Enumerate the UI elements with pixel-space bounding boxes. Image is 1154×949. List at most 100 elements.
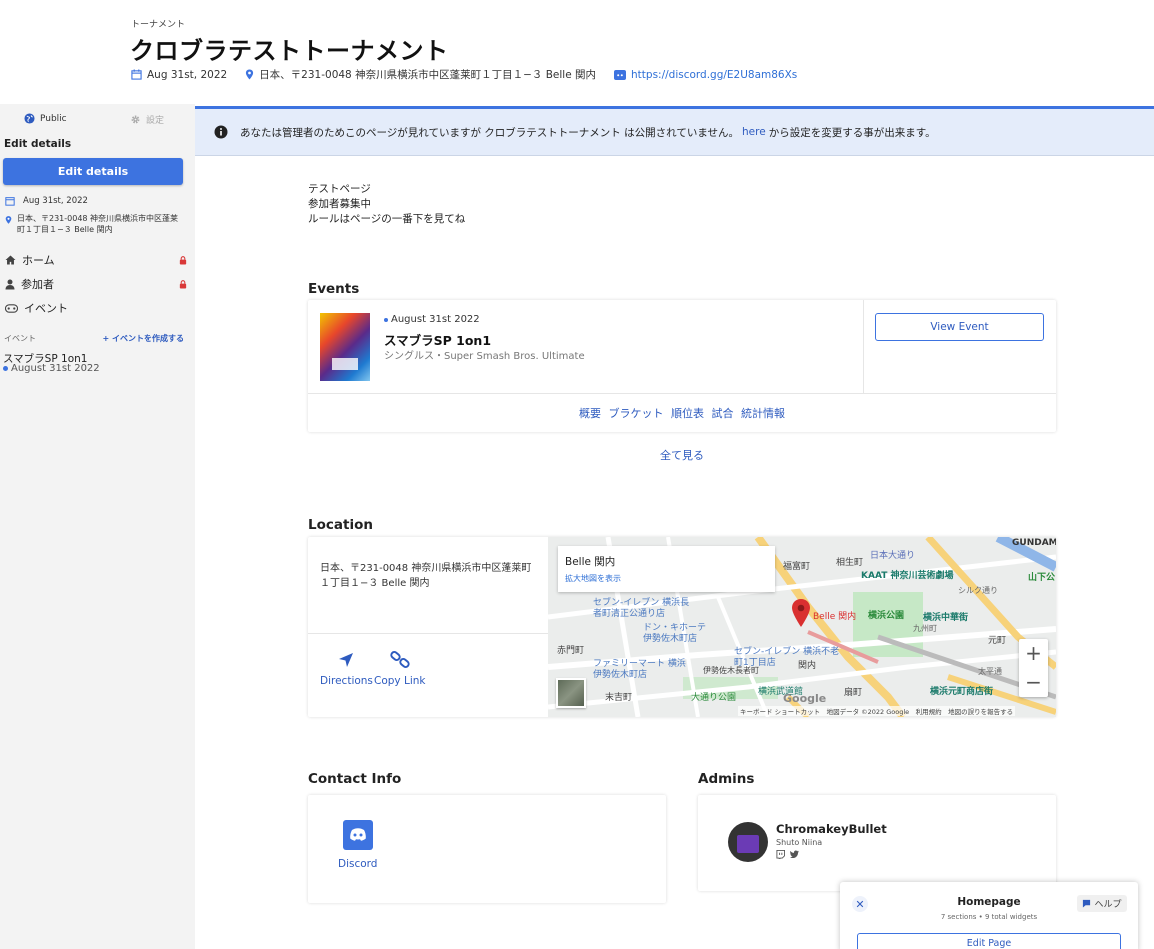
twitter-icon[interactable] xyxy=(790,850,799,859)
event-card: August 31st 2022 スマブラSP 1on1 シングルス・Super… xyxy=(308,300,1056,432)
discord-link[interactable]: https://discord.gg/E2U8am86Xs xyxy=(631,69,797,81)
lock-icon xyxy=(179,255,187,265)
sidebar: Public 設定 Edit details Edit details Aug … xyxy=(0,104,195,949)
settings-label: 設定 xyxy=(146,116,165,126)
map-pin-label: Belle 関内 xyxy=(813,612,857,622)
admin-card: ChromakeyBullet Shuto Niina xyxy=(698,795,1056,891)
map-label: 山下公 xyxy=(1028,573,1056,583)
edit-page-button[interactable]: Edit Page xyxy=(857,933,1121,949)
map-label: KAAT 神奈川芸術劇場 xyxy=(861,571,954,581)
map-label: シルク通り xyxy=(958,586,998,595)
map-embed[interactable]: Belle 関内 拡大地図を表示 Belle 関内 日本大通り 相生町 KAAT… xyxy=(548,537,1056,717)
page-header: トーナメント クロブラテストトーナメント Aug 31st, 2022 日本、〒… xyxy=(0,0,1154,104)
map-place-name: Belle 関内 xyxy=(565,556,616,568)
map-label: 横浜中華街 xyxy=(923,613,969,623)
event-link-overview[interactable]: 概要 xyxy=(579,407,601,420)
link-icon xyxy=(390,651,410,669)
user-icon xyxy=(5,279,15,290)
calendar-icon xyxy=(131,69,142,80)
status-dot-icon xyxy=(3,366,8,371)
map-label: ファミリーマート 横浜伊勢佐木町店 xyxy=(593,659,686,680)
map-label: 大通り公園 xyxy=(691,693,737,703)
divider xyxy=(863,300,864,393)
zoom-in-button[interactable]: + xyxy=(1019,639,1048,668)
visibility-toggle[interactable]: Public xyxy=(24,113,67,124)
homepage-editor-panel: ✕ Homepage 7 sections • 9 total widgets … xyxy=(840,882,1138,949)
create-event-link[interactable]: + イベントを作成する xyxy=(103,333,185,344)
google-logo: Google xyxy=(783,692,827,705)
event-game: シングルス・Super Smash Bros. Ultimate xyxy=(384,351,585,362)
event-game-thumbnail[interactable] xyxy=(320,313,370,381)
calendar-icon xyxy=(5,196,15,206)
divider xyxy=(308,393,1056,394)
map-info-window: Belle 関内 拡大地図を表示 xyxy=(558,546,775,592)
twitch-icon[interactable] xyxy=(776,850,785,859)
chat-icon xyxy=(1082,899,1091,908)
copy-link-button[interactable]: Copy Link xyxy=(374,651,425,687)
directions-button[interactable]: Directions xyxy=(320,651,373,687)
sidebar-address: 日本、〒231-0048 神奈川県横浜市中区蓬莱町１丁目１−３ Belle 関内 xyxy=(5,213,185,235)
map-label: 元町 xyxy=(988,636,1007,646)
map-label: 相生町 xyxy=(836,558,864,568)
panel-subtitle: 7 sections • 9 total widgets xyxy=(940,913,1038,921)
settings-link[interactable]: 設定 xyxy=(130,113,164,126)
location-pin-icon xyxy=(5,215,12,235)
discord-contact-link[interactable]: Discord xyxy=(338,820,377,870)
tournament-description: テストページ 参加者募集中 ルールはページの一番下を見てね xyxy=(308,183,466,225)
admin-notice-banner: あなたは管理者のためこのページが見れていますが クロブラテストトーナメント は公… xyxy=(195,106,1154,156)
discord-icon xyxy=(614,69,627,80)
notice-here-link[interactable]: here xyxy=(742,126,766,138)
map-label: 末吉町 xyxy=(605,693,633,703)
map-label: GUNDAM xyxy=(1012,538,1056,548)
discord-icon xyxy=(342,820,373,850)
event-link-brackets[interactable]: ブラケット xyxy=(609,407,664,420)
sidebar-item-label: 参加者 xyxy=(21,278,54,291)
map-enlarge-link[interactable]: 拡大地図を表示 xyxy=(565,573,621,584)
notice-text-after: から設定を変更する事が出来ます。 xyxy=(768,126,936,139)
location-card: 日本、〒231-0048 神奈川県横浜市中区蓬莱町１丁目１−３ Belle 関内… xyxy=(308,537,1056,717)
help-button[interactable]: ヘルプ xyxy=(1077,895,1127,912)
admins-section-title: Admins xyxy=(698,771,755,787)
map-label: 福富町 xyxy=(783,562,811,572)
location-address: 日本、〒231-0048 神奈川県横浜市中区蓬莱町１丁目１−３ Belle 関内 xyxy=(320,563,532,589)
event-link-stats[interactable]: 統計情報 xyxy=(741,407,785,420)
map-label: 日本大通り xyxy=(870,551,916,561)
page-title: クロブラテストトーナメント xyxy=(130,37,449,65)
gamepad-icon xyxy=(5,303,18,313)
contact-section-title: Contact Info xyxy=(308,771,402,787)
header-date: Aug 31st, 2022 xyxy=(147,68,228,81)
events-section-label: イベント xyxy=(4,334,36,343)
sidebar-events-section: イベント + イベントを作成する xyxy=(4,333,184,344)
map-label: 赤門町 xyxy=(557,646,585,656)
map-pin-icon[interactable] xyxy=(791,599,811,627)
edit-details-heading: Edit details xyxy=(4,138,72,150)
navigation-arrow-icon xyxy=(337,651,355,669)
satellite-toggle[interactable] xyxy=(556,678,586,708)
info-icon xyxy=(214,125,228,139)
event-links: 概要 ブラケット 順位表 試合 統計情報 xyxy=(308,405,1056,421)
notice-text: あなたは管理者のためこのページが見れていますが クロブラテストトーナメント は公… xyxy=(240,126,740,139)
see-all-events-link[interactable]: 全て見る xyxy=(308,447,1056,463)
sidebar-item-label: ホーム xyxy=(22,254,55,267)
event-link-standings[interactable]: 順位表 xyxy=(671,407,704,420)
zoom-out-button[interactable]: − xyxy=(1019,668,1048,697)
map-label: 横浜公園 xyxy=(868,611,905,621)
avatar[interactable] xyxy=(728,822,768,862)
sidebar-item-entrants[interactable]: 参加者 xyxy=(5,275,187,293)
map-label: 関内 xyxy=(798,661,817,671)
contact-card: Discord xyxy=(308,795,666,903)
edit-details-button[interactable]: Edit details xyxy=(3,158,183,185)
view-event-button[interactable]: View Event xyxy=(875,313,1044,341)
globe-icon xyxy=(24,113,35,124)
map-label: 九州町 xyxy=(913,624,937,633)
sidebar-item-events[interactable]: イベント xyxy=(5,299,187,317)
map-label: 伊勢佐木長者町 xyxy=(703,666,759,675)
admin-name[interactable]: ChromakeyBullet xyxy=(776,822,887,836)
events-section-title: Events xyxy=(308,281,360,297)
lock-icon xyxy=(179,279,187,289)
sidebar-event-date: August 31st 2022 xyxy=(3,363,100,374)
event-link-matches[interactable]: 試合 xyxy=(712,407,734,420)
home-icon xyxy=(5,255,16,265)
sidebar-item-home[interactable]: ホーム xyxy=(5,251,187,269)
sidebar-date: Aug 31st, 2022 xyxy=(5,196,88,206)
